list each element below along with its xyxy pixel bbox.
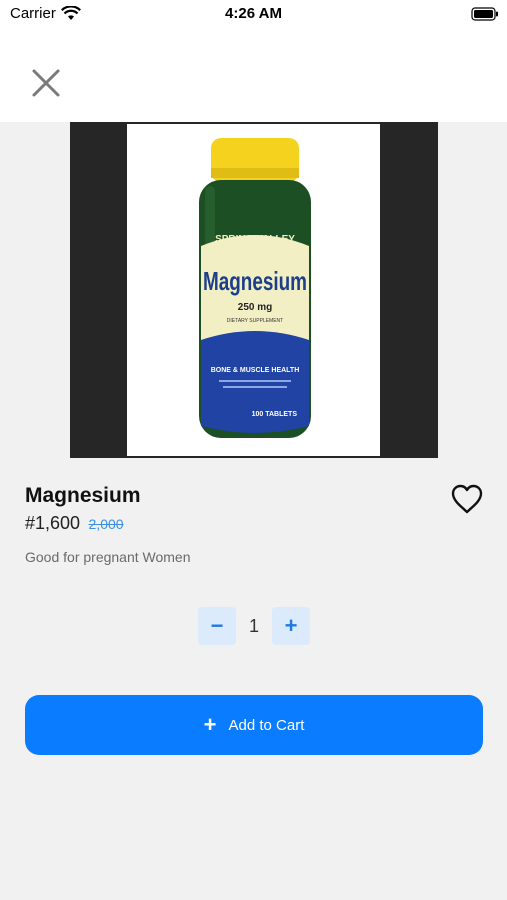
status-bar: Carrier 4:26 AM bbox=[0, 0, 507, 30]
product-title: Magnesium bbox=[25, 484, 141, 507]
increase-quantity-button[interactable]: + bbox=[272, 607, 310, 645]
product-image-canvas: SPRING VALLEY Magnesium 250 mg DIETARY S… bbox=[127, 124, 380, 456]
bottle-dose-text: 250 mg bbox=[238, 302, 272, 313]
bottle-label-text: Magnesium bbox=[203, 266, 307, 296]
price-row: #1,600 2,000 bbox=[25, 513, 124, 534]
battery-icon bbox=[471, 7, 498, 21]
current-price: #1,600 bbox=[25, 513, 81, 533]
product-description: Good for pregnant Women bbox=[25, 549, 191, 565]
plus-icon: + bbox=[203, 712, 217, 737]
product-image: SPRING VALLEY Magnesium 250 mg DIETARY S… bbox=[70, 122, 438, 458]
bottle-brand-text: SPRING VALLEY bbox=[215, 234, 295, 245]
quantity-value: 1 bbox=[248, 615, 259, 636]
bottle-band-text: BONE & MUSCLE HEALTH bbox=[211, 367, 300, 374]
bottle-count-text: 100 TABLETS bbox=[252, 411, 298, 418]
add-to-cart-label: Add to Cart bbox=[228, 716, 305, 734]
decrease-quantity-button[interactable]: − bbox=[198, 607, 236, 645]
status-time: 4:26 AM bbox=[225, 5, 282, 22]
bottle-sub-text: DIETARY SUPPLEMENT bbox=[227, 318, 283, 324]
heart-icon[interactable] bbox=[450, 483, 484, 515]
nav-bar bbox=[0, 30, 507, 122]
add-to-cart-button[interactable]: + Add to Cart bbox=[25, 695, 483, 755]
close-icon[interactable] bbox=[30, 67, 62, 99]
old-price: 2,000 bbox=[88, 516, 124, 532]
supplement-bottle-image: SPRING VALLEY Magnesium 250 mg DIETARY S… bbox=[199, 138, 311, 438]
